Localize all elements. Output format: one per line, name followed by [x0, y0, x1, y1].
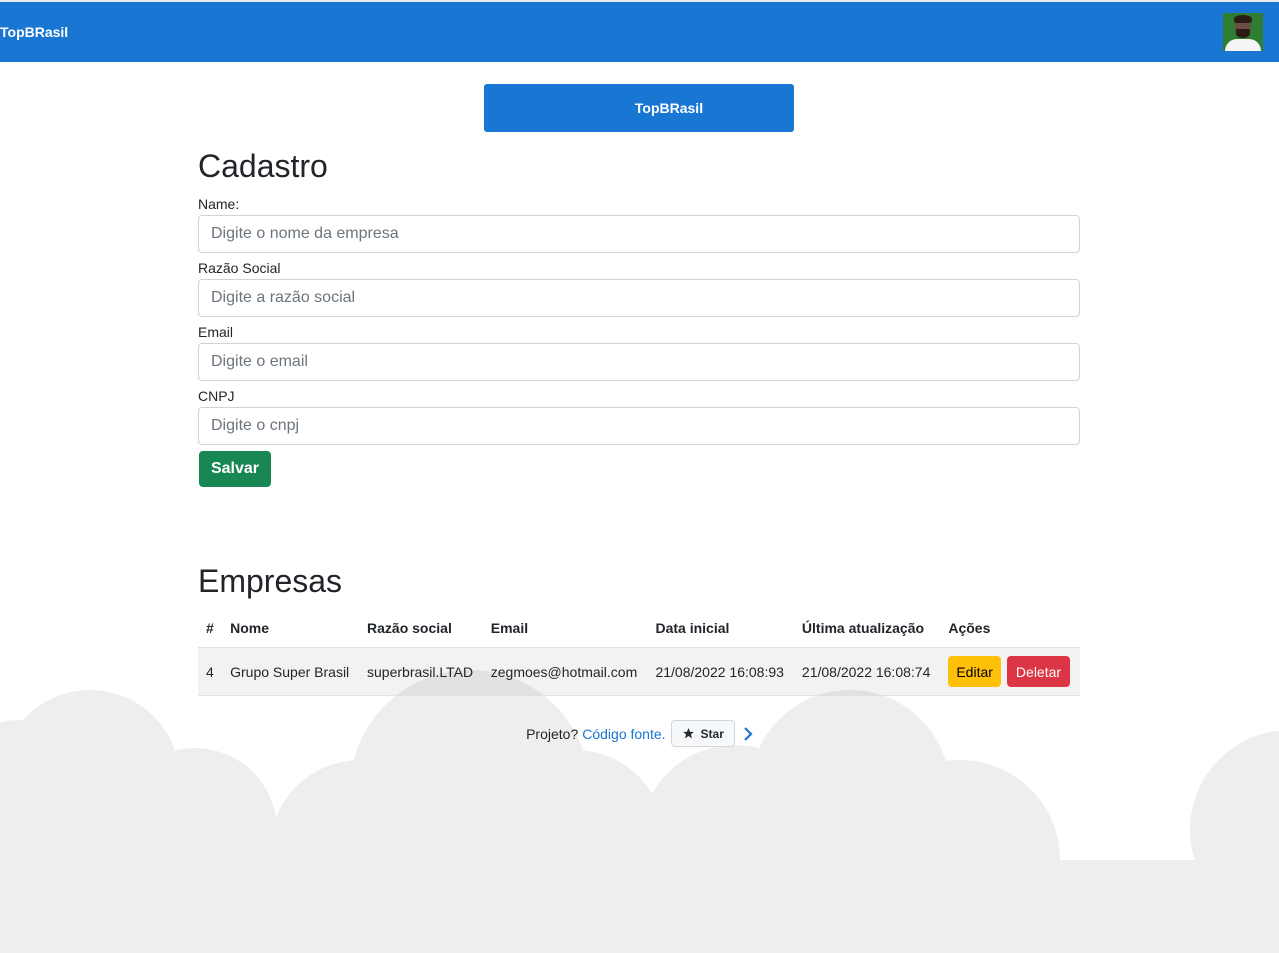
- footer-text: Projeto?: [526, 725, 579, 742]
- col-email: Email: [482, 609, 648, 648]
- empresas-title: Empresas: [198, 563, 343, 599]
- cadastro-title: Cadastro: [198, 148, 328, 184]
- razao-label: Razão Social: [198, 260, 281, 276]
- cell-id: 4: [198, 647, 223, 696]
- email-input[interactable]: [198, 343, 1080, 381]
- cell-data-inicial: 21/08/2022 16:08:93: [647, 647, 794, 696]
- edit-button[interactable]: Editar: [948, 656, 1001, 687]
- cell-email: zegmoes@hotmail.com: [482, 647, 648, 696]
- cell-nome: Grupo Super Brasil: [222, 647, 360, 696]
- delete-button[interactable]: Deletar: [1006, 656, 1071, 687]
- star-label: Star: [700, 726, 724, 741]
- table-row: 4 Grupo Super Brasil superbrasil.LTAD ze…: [198, 647, 1080, 696]
- email-label: Email: [198, 324, 234, 340]
- clouds-background: [0, 670, 1279, 953]
- name-label: Name:: [198, 196, 240, 212]
- cnpj-label: CNPJ: [198, 388, 235, 404]
- name-input[interactable]: [198, 215, 1080, 253]
- table-header-row: # Nome Razão social Email Data inicial Ú…: [198, 609, 1080, 648]
- cell-ultima: 21/08/2022 16:08:74: [793, 647, 941, 696]
- col-id: #: [198, 609, 223, 648]
- col-nome: Nome: [222, 609, 360, 648]
- cnpj-input[interactable]: [198, 407, 1080, 445]
- hero-button[interactable]: TopBRasil: [484, 84, 794, 132]
- col-ultima: Última atualização: [793, 609, 941, 648]
- col-acoes: Ações: [940, 609, 1080, 648]
- user-avatar[interactable]: [1223, 13, 1263, 51]
- cnpj-group: CNPJ: [198, 388, 1080, 406]
- source-code-link[interactable]: Código fonte.: [582, 726, 665, 742]
- save-button[interactable]: Salvar: [199, 451, 271, 487]
- empresas-table-wrapper: # Nome Razão social Email Data inicial Ú…: [198, 609, 1080, 696]
- cadastro-section: Cadastro: [198, 148, 1080, 185]
- empresas-table: # Nome Razão social Email Data inicial Ú…: [198, 609, 1080, 696]
- email-group: Email: [198, 324, 1080, 342]
- star-icon: [682, 728, 694, 739]
- chevron-right-icon[interactable]: [743, 726, 753, 741]
- col-data-inicial: Data inicial: [647, 609, 794, 648]
- razao-group: Razão Social: [198, 260, 1080, 278]
- cell-razao: superbrasil.LTAD: [359, 647, 483, 696]
- github-star-button[interactable]: Star: [670, 720, 735, 747]
- razao-input[interactable]: [198, 279, 1080, 317]
- footer: Projeto? Código fonte. Star: [0, 720, 1279, 747]
- navbar-brand[interactable]: TopBRasil: [0, 24, 68, 40]
- name-group: Name:: [198, 196, 1080, 214]
- cell-acoes: Editar Deletar: [940, 647, 1080, 696]
- col-razao: Razão social: [359, 609, 483, 648]
- top-navbar: TopBRasil: [0, 2, 1279, 62]
